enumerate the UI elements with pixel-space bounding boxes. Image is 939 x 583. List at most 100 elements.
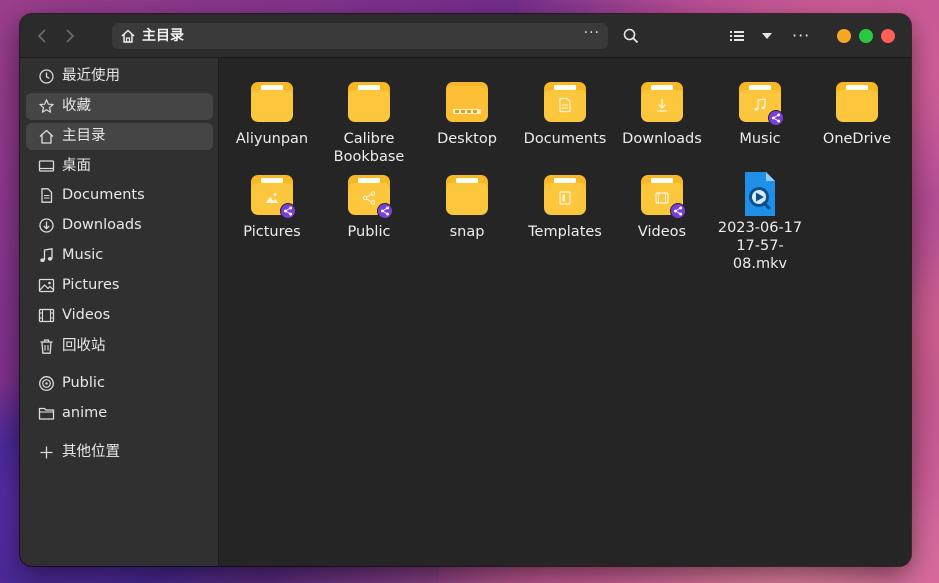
folder-item-templates[interactable]: Templates <box>517 173 613 241</box>
sidebar-item-desktop[interactable]: 桌面 <box>26 153 213 180</box>
file-grid: Aliyunpan Calibre Bookbase Desktop Docum… <box>220 58 911 566</box>
folder-icon <box>445 173 489 217</box>
trash-icon <box>40 339 53 354</box>
file-name: Downloads <box>622 131 702 147</box>
file-name: Public <box>347 224 391 240</box>
folder-icon <box>835 80 879 124</box>
sidebar-item-label: 其他位置 <box>62 444 120 460</box>
clock-icon <box>39 69 54 84</box>
list-view-icon[interactable] <box>730 29 746 43</box>
folder-item-downloads[interactable]: Downloads <box>614 80 710 148</box>
maximize-button[interactable] <box>859 29 873 43</box>
plus-icon <box>40 446 53 459</box>
folder-item-desktop[interactable]: Desktop <box>419 80 515 148</box>
sidebar-item-music[interactable]: Music <box>26 242 213 269</box>
sidebar-item-documents[interactable]: Documents <box>26 182 213 209</box>
network-icon <box>39 376 54 391</box>
folder-icon <box>250 80 294 124</box>
file-name: Documents <box>523 131 607 147</box>
folder-icon <box>38 407 55 420</box>
star-icon <box>39 99 54 113</box>
sidebar-item-label: Music <box>62 247 104 263</box>
folder-item-public[interactable]: Public <box>321 173 417 241</box>
public-folder-icon <box>347 173 393 219</box>
share-badge-icon <box>670 203 686 219</box>
sidebar-item-label: 主目录 <box>62 128 106 144</box>
templates-folder-icon <box>543 173 587 217</box>
documents-folder-icon <box>543 80 587 124</box>
video-icon <box>38 308 55 323</box>
sidebar-item-label: 桌面 <box>62 158 91 174</box>
sidebar-item-recent[interactable]: 最近使用 <box>26 63 213 90</box>
folder-item-calibre-bookbase[interactable]: Calibre Bookbase <box>321 80 417 166</box>
sidebar-item-label: anime <box>62 405 108 421</box>
current-location-label[interactable]: 主目录 <box>142 27 184 45</box>
file-name: 2023-06-17 17-57-08.mkv <box>717 220 803 272</box>
file-name: Calibre Bookbase <box>333 131 405 165</box>
share-badge-icon <box>377 203 393 219</box>
folder-icon <box>347 80 391 124</box>
sidebar-item-label: Videos <box>62 307 111 323</box>
music-folder-icon <box>738 80 784 126</box>
back-button[interactable] <box>32 25 54 47</box>
sidebar-item-home[interactable]: 主目录 <box>26 123 213 150</box>
file-name: Pictures <box>243 224 301 240</box>
file-name: OneDrive <box>822 131 892 147</box>
music-icon <box>40 248 53 262</box>
view-options-dropdown-icon[interactable] <box>760 29 774 43</box>
sidebar-item-videos[interactable]: Videos <box>26 302 213 329</box>
file-item-video-mkv[interactable]: 2023-06-17 17-57-08.mkv <box>712 171 808 273</box>
close-button[interactable] <box>881 29 895 43</box>
folder-item-snap[interactable]: snap <box>419 173 515 241</box>
sidebar-item-downloads[interactable]: Downloads <box>26 212 213 239</box>
share-badge-icon <box>280 203 296 219</box>
header-bar: 主目录 ··· ··· <box>20 14 911 58</box>
sidebar-item-other-locations[interactable]: 其他位置 <box>26 439 213 466</box>
minimize-button[interactable] <box>837 29 851 43</box>
picture-icon <box>38 278 55 293</box>
folder-item-documents[interactable]: Documents <box>517 80 613 148</box>
folder-item-onedrive[interactable]: OneDrive <box>809 80 905 148</box>
folder-item-aliyunpan[interactable]: Aliyunpan <box>224 80 320 148</box>
search-icon[interactable] <box>622 27 640 45</box>
sidebar-item-anime[interactable]: anime <box>26 400 213 427</box>
folder-item-pictures[interactable]: Pictures <box>224 173 320 241</box>
sidebar-item-trash[interactable]: 回收站 <box>26 333 213 360</box>
main-menu-button[interactable]: ··· <box>792 26 810 45</box>
chevron-right-icon <box>66 29 75 43</box>
desktop-icon <box>38 160 55 172</box>
path-bar[interactable]: 主目录 ··· <box>112 23 608 49</box>
sidebar-item-label: 收藏 <box>62 98 91 114</box>
home-icon <box>121 29 135 43</box>
sidebar-item-public[interactable]: Public <box>26 370 213 397</box>
document-icon <box>41 188 53 203</box>
desktop-folder-icon <box>445 80 489 124</box>
file-name: Templates <box>528 224 602 240</box>
sidebar-item-label: Documents <box>62 187 145 203</box>
share-badge-icon <box>768 110 784 126</box>
file-name: Videos <box>637 224 687 240</box>
video-file-icon <box>738 171 782 216</box>
folder-item-music[interactable]: Music <box>712 80 808 148</box>
sidebar-item-label: Public <box>62 375 105 391</box>
sidebar-item-label: Pictures <box>62 277 120 293</box>
file-name: Music <box>739 131 781 147</box>
pictures-folder-icon <box>250 173 296 219</box>
sidebar-item-pictures[interactable]: Pictures <box>26 272 213 299</box>
home-icon <box>39 129 54 144</box>
file-name: snap <box>449 224 485 240</box>
download-icon <box>39 218 54 233</box>
downloads-folder-icon <box>640 80 684 124</box>
sidebar-item-label: Downloads <box>62 217 142 233</box>
videos-folder-icon <box>640 173 686 219</box>
places-sidebar: 最近使用 收藏 主目录 桌面 Documents Downloads Music <box>20 58 219 566</box>
file-manager-window: 主目录 ··· ··· 最近使用 收藏 主目录 桌面 Documents Dow… <box>20 14 911 566</box>
path-more-button[interactable]: ··· <box>584 25 600 41</box>
file-name: Aliyunpan <box>235 131 309 147</box>
sidebar-item-label: 最近使用 <box>62 68 120 84</box>
sidebar-item-label: 回收站 <box>62 338 106 354</box>
forward-button[interactable] <box>58 25 80 47</box>
sidebar-item-starred[interactable]: 收藏 <box>26 93 213 120</box>
folder-item-videos[interactable]: Videos <box>614 173 710 241</box>
chevron-left-icon <box>37 29 46 43</box>
